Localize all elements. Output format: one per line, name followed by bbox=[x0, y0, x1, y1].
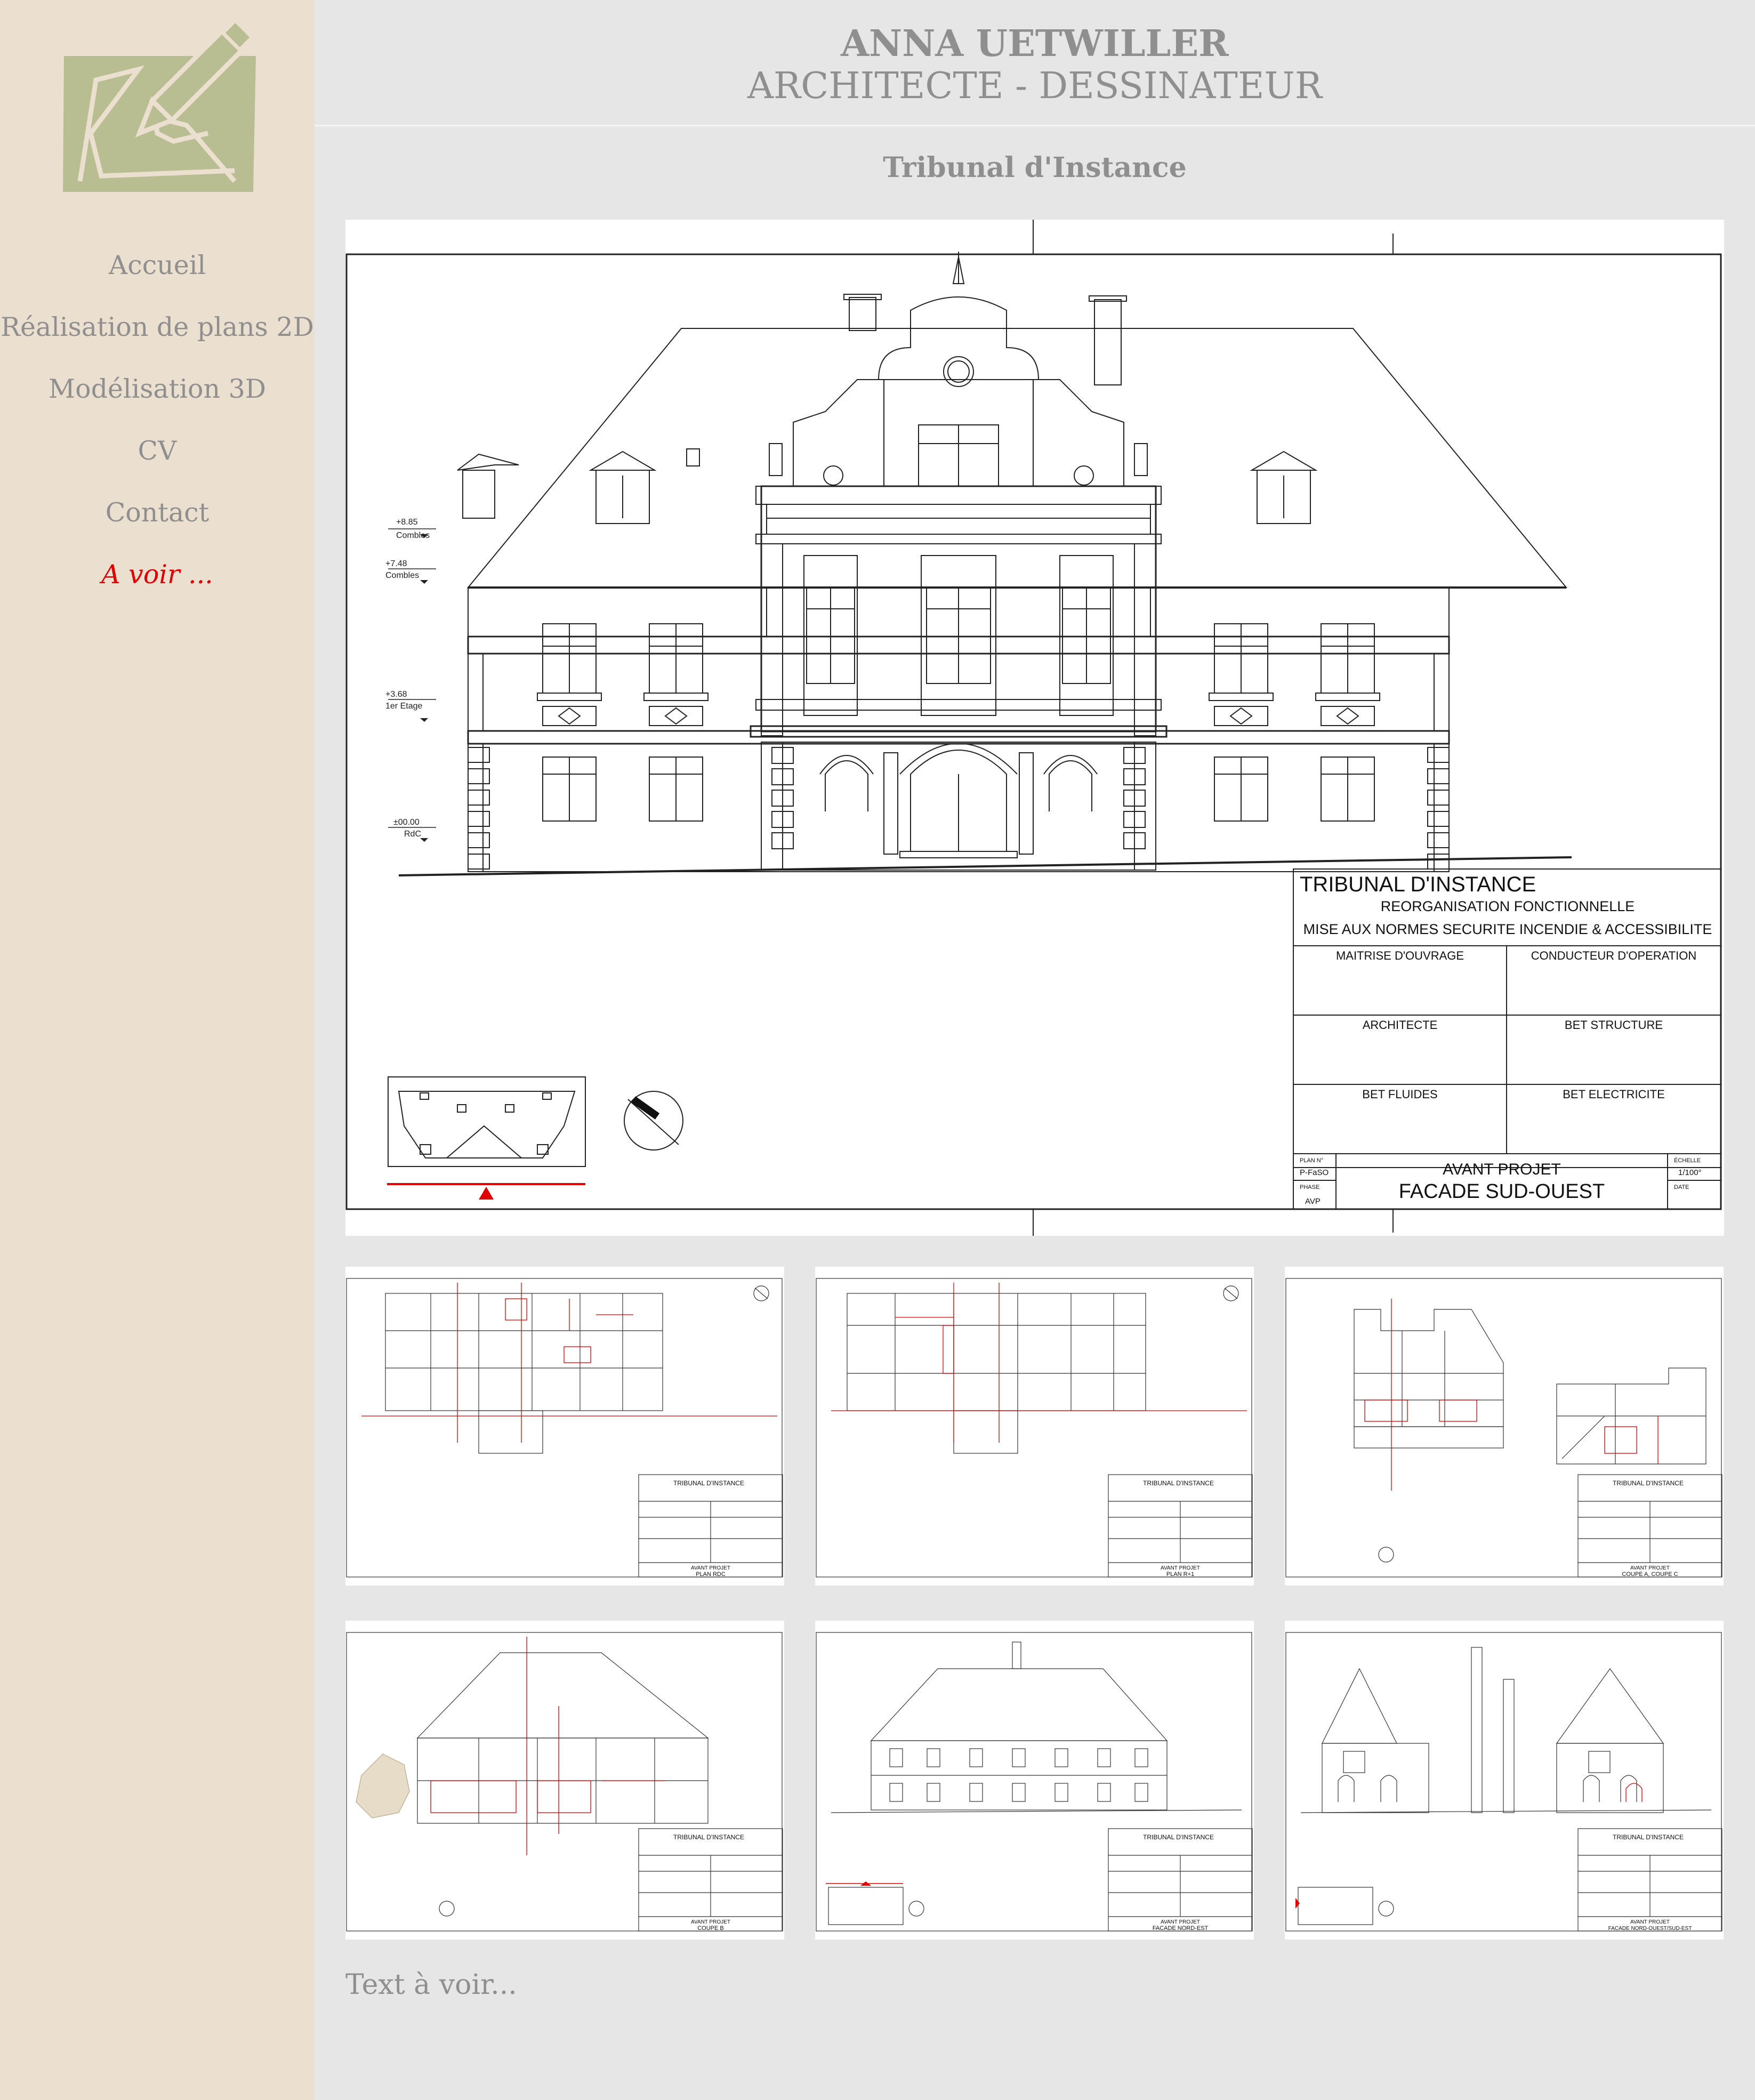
thumb3-stage: AVANT PROJET bbox=[1630, 1565, 1670, 1571]
main-drawing-facade-sud-ouest[interactable]: +8.85 Combles +7.48 Combles +3.68 1er Et… bbox=[345, 220, 1724, 1236]
thumb1-view: PLAN RDC bbox=[696, 1571, 726, 1578]
main-content: ANNA UETWILLER ARCHITECTE - DESSINATEUR … bbox=[315, 0, 1755, 2100]
tb-stage: AVANT PROJET bbox=[1443, 1161, 1561, 1178]
nav-item-cv[interactable]: CV bbox=[0, 420, 315, 482]
thumb6-project: TRIBUNAL D'INSTANCE bbox=[1613, 1833, 1684, 1841]
thumbnail-facade-nord-est[interactable]: TRIBUNAL D'INSTANCE AVANT PROJET FACADE … bbox=[815, 1621, 1254, 1940]
thumbnail-coupe-a-c[interactable]: TRIBUNAL D'INSTANCE AVANT PROJET COUPE A… bbox=[1285, 1267, 1724, 1586]
tb-plan-label: PLAN N° bbox=[1300, 1157, 1323, 1164]
tb-view: FACADE SUD-OUEST bbox=[1399, 1180, 1605, 1203]
tb-line2: MISE AUX NORMES SECURITE INCENDIE & ACCE… bbox=[1303, 921, 1712, 937]
thumb1-project: TRIBUNAL D'INSTANCE bbox=[673, 1479, 744, 1487]
thumbnail-facade-nord-ouest-sud-est[interactable]: TRIBUNAL D'INSTANCE AVANT PROJET FACADE … bbox=[1285, 1621, 1724, 1940]
thumb2-view: PLAN R+1 bbox=[1166, 1571, 1194, 1578]
tb-role-1: MAITRISE D'OUVRAGE bbox=[1336, 949, 1464, 962]
footer-text: Text à voir... bbox=[345, 1969, 517, 2001]
tb-line1: REORGANISATION FONCTIONNELLE bbox=[1381, 898, 1635, 914]
thumb4-view: COUPE B bbox=[697, 1925, 724, 1932]
thumb6-stage: AVANT PROJET bbox=[1630, 1919, 1670, 1925]
thumb5-view: FACADE NORD-EST bbox=[1153, 1925, 1209, 1932]
tb-role-5: BET FLUIDES bbox=[1362, 1088, 1437, 1101]
thumb6-view: FACADE NORD-OUEST/SUD-EST bbox=[1608, 1926, 1692, 1932]
tb-project: TRIBUNAL D'INSTANCE bbox=[1300, 873, 1536, 896]
nav-item-accueil[interactable]: Accueil bbox=[0, 235, 315, 296]
tb-role-4: BET STRUCTURE bbox=[1565, 1018, 1663, 1032]
tb-role-3: ARCHITECTE bbox=[1363, 1018, 1438, 1032]
tb-phase: AVP bbox=[1305, 1197, 1321, 1206]
tb-date-label: DATE bbox=[1674, 1184, 1689, 1190]
thumbnail-plan-rdc[interactable]: TRIBUNAL D'INSTANCE AVANT PROJET PLAN RD… bbox=[345, 1267, 784, 1586]
level-name-3: 1er Etage bbox=[385, 702, 422, 711]
sidebar: Accueil Réalisation de plans 2D Modélisa… bbox=[0, 0, 315, 2100]
nav-item-modelisation-3d[interactable]: Modélisation 3D bbox=[0, 358, 315, 420]
nav-item-a-voir[interactable]: A voir ... bbox=[0, 544, 315, 606]
level-value-1: +8.85 bbox=[396, 518, 418, 527]
nav-item-plans-2d[interactable]: Réalisation de plans 2D bbox=[0, 296, 315, 358]
thumb2-project: TRIBUNAL D'INSTANCE bbox=[1143, 1479, 1214, 1487]
thumb4-project: TRIBUNAL D'INSTANCE bbox=[673, 1833, 744, 1841]
site-name: ANNA UETWILLER bbox=[841, 22, 1229, 65]
thumbnail-plan-r1[interactable]: TRIBUNAL D'INSTANCE AVANT PROJET PLAN R+… bbox=[815, 1267, 1254, 1586]
page-title: Tribunal d'Instance bbox=[883, 151, 1187, 184]
level-value-4: ±00.00 bbox=[393, 818, 420, 827]
thumbnail-coupe-b[interactable]: TRIBUNAL D'INSTANCE AVANT PROJET COUPE B bbox=[345, 1621, 784, 1940]
thumb4-stage: AVANT PROJET bbox=[691, 1919, 730, 1925]
site-subtitle: ARCHITECTE - DESSINATEUR bbox=[747, 65, 1323, 107]
tb-scale-label: ÉCHELLE bbox=[1674, 1157, 1701, 1164]
thumb5-project: TRIBUNAL D'INSTANCE bbox=[1143, 1833, 1214, 1841]
level-value-3: +3.68 bbox=[385, 690, 407, 699]
logo-pencil-drawing-icon[interactable] bbox=[59, 11, 259, 197]
thumb3-project: TRIBUNAL D'INSTANCE bbox=[1613, 1479, 1684, 1487]
tb-plan-no: P-FaSO bbox=[1300, 1168, 1329, 1177]
thumb2-stage: AVANT PROJET bbox=[1161, 1565, 1200, 1571]
main-nav: Accueil Réalisation de plans 2D Modélisa… bbox=[0, 235, 315, 606]
nav-item-contact[interactable]: Contact bbox=[0, 482, 315, 544]
tb-phase-label: PHASE bbox=[1300, 1184, 1319, 1190]
level-name-2: Combles bbox=[385, 571, 419, 580]
level-name-4: RdC bbox=[404, 830, 421, 839]
tb-role-6: BET ELECTRICITE bbox=[1563, 1088, 1665, 1101]
header-divider bbox=[315, 125, 1755, 126]
thumb1-stage: AVANT PROJET bbox=[691, 1565, 730, 1571]
thumb3-view: COUPE A, COUPE C bbox=[1622, 1571, 1678, 1578]
level-value-2: +7.48 bbox=[385, 559, 407, 568]
tb-scale: 1/100° bbox=[1678, 1168, 1702, 1177]
tb-role-2: CONDUCTEUR D'OPERATION bbox=[1531, 949, 1697, 962]
thumb5-stage: AVANT PROJET bbox=[1161, 1919, 1200, 1925]
